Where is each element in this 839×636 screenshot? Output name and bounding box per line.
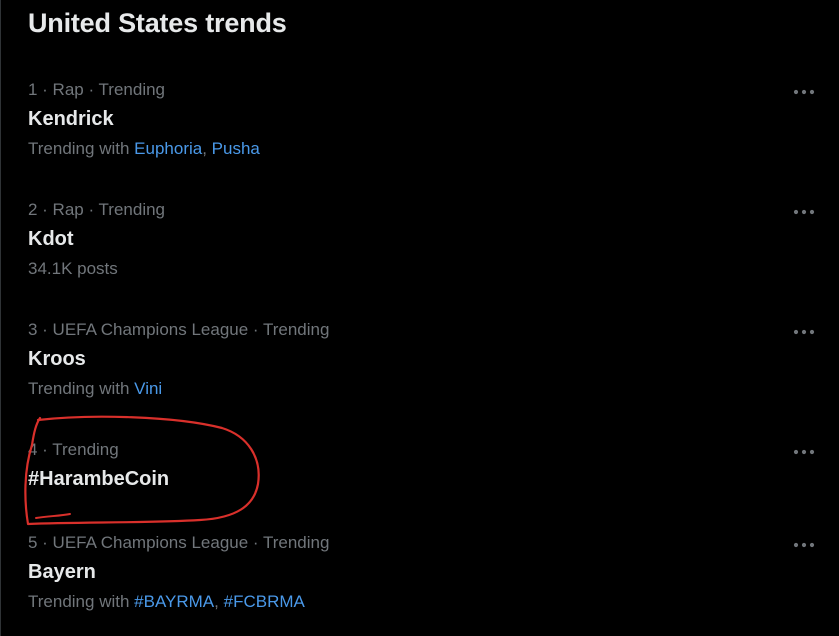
trend-context: Trending with Vini [28, 379, 162, 399]
trend-name[interactable]: Kroos [28, 348, 86, 371]
trend-context: Trending with #BAYRMA, #FCBRMA [28, 592, 305, 612]
more-horizontal-icon [793, 449, 815, 455]
more-options-button[interactable] [790, 322, 820, 342]
more-horizontal-icon [793, 329, 815, 335]
trend-meta: 4 · Trending [28, 440, 119, 459]
trend-name[interactable]: #HarambeCoin [28, 468, 169, 491]
more-options-button[interactable] [790, 82, 820, 102]
trend-context-prefix: Trending with [28, 379, 135, 398]
more-options-button[interactable] [790, 535, 820, 555]
trend-related-link[interactable]: Vini [134, 379, 162, 398]
trend-meta: 5 · UEFA Champions League · Trending [28, 533, 330, 552]
trend-related-link[interactable]: Pusha [212, 139, 260, 158]
trend-related-link[interactable]: #BAYRMA [134, 592, 214, 611]
more-horizontal-icon [793, 209, 815, 215]
trend-related-link[interactable]: Euphoria [134, 139, 202, 158]
trend-post-count: 34.1K posts [28, 259, 118, 278]
trend-related-link[interactable]: #FCBRMA [224, 592, 305, 611]
trend-meta: 1 · Rap · Trending [28, 80, 166, 99]
more-horizontal-icon [793, 89, 815, 95]
column-border [0, 0, 1, 636]
trend-context-prefix: Trending with [28, 139, 135, 158]
more-options-button[interactable] [790, 202, 820, 222]
trend-name[interactable]: Kendrick [28, 108, 114, 131]
trend-name[interactable]: Bayern [28, 561, 96, 584]
trend-meta: 3 · UEFA Champions League · Trending [28, 320, 330, 339]
trend-context-separator: , [214, 592, 224, 611]
more-horizontal-icon [793, 542, 815, 548]
more-options-button[interactable] [790, 442, 820, 462]
trend-meta: 2 · Rap · Trending [28, 200, 166, 219]
page-title: United States trends [28, 8, 287, 38]
trend-context-separator: , [202, 139, 212, 158]
trend-context-prefix: Trending with [28, 592, 135, 611]
trend-context: Trending with Euphoria, Pusha [28, 139, 260, 159]
trend-name[interactable]: Kdot [28, 228, 74, 251]
